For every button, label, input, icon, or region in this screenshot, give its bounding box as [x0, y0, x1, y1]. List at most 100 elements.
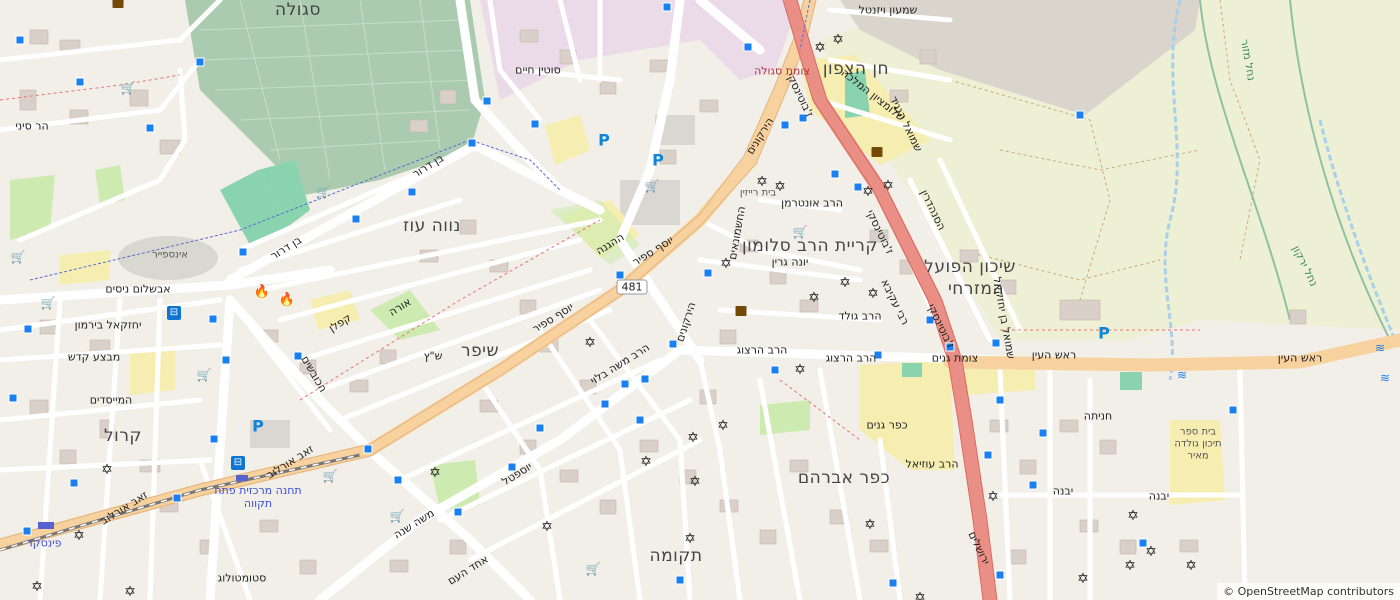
bus-stop-icon [393, 475, 403, 485]
synagogue-icon: ✡ [808, 290, 820, 306]
synagogue-icon: ✡ [864, 517, 876, 533]
shop-icon: 🛒 [315, 185, 331, 199]
synagogue-icon: ✡ [541, 519, 553, 535]
bus-stop-icon [238, 247, 248, 257]
synagogue-icon: ✡ [640, 454, 652, 470]
bus-stop-icon [221, 355, 231, 365]
bus-stop-icon [530, 119, 540, 129]
bus-stop-icon [467, 138, 477, 148]
synagogue-icon: ✡ [684, 531, 696, 547]
poi-label: בית רייזין [739, 187, 777, 199]
synagogue-icon: ✡ [584, 335, 596, 351]
road-label: הר סיני [15, 119, 49, 133]
bus-stop-icon [853, 182, 863, 192]
synagogue-icon: ✡ [124, 584, 136, 600]
bus-station-icon: ⊟ [167, 306, 181, 320]
road-label: הרב גולד [838, 309, 882, 323]
bus-stop-icon [703, 268, 713, 278]
road-label: הרב אונטרמן [781, 196, 843, 210]
synagogue-icon: ✡ [689, 474, 701, 490]
bus-stop-icon [407, 187, 417, 197]
bus-stop-icon [1075, 110, 1085, 120]
bus-stop-icon [22, 526, 32, 536]
bus-stop-icon [640, 374, 650, 384]
synagogue-icon: ✡ [867, 286, 879, 302]
bus-station-icon: ⊟ [231, 456, 245, 470]
synagogue-icon: ✡ [1185, 558, 1197, 574]
bus-stop-icon [195, 57, 205, 67]
pinsker-station-label: פינסקר [26, 536, 62, 550]
shop-icon: 🛒 [10, 250, 26, 264]
neighborhood-label: תקומה [649, 546, 703, 566]
shop-icon: 🛒 [644, 179, 660, 193]
school-label-line1: בית ספר [1179, 426, 1217, 438]
synagogue-icon: ✡ [882, 178, 894, 194]
junction-label: כפר גנים [866, 418, 908, 432]
bus-stop-icon [172, 493, 182, 503]
library-icon [871, 147, 883, 157]
neighborhood-label: קריית הרב סלומון [742, 236, 878, 256]
synagogue-icon: ✡ [839, 275, 851, 291]
neighborhood-label: סגולה [275, 0, 321, 20]
synagogue-icon: ✡ [429, 465, 441, 481]
parking-icon: P [652, 150, 664, 170]
synagogue-icon: ✡ [687, 430, 699, 446]
bus-stop-icon [23, 324, 33, 334]
road-label: הרב הרצוג [736, 343, 788, 357]
library-icon [112, 0, 124, 8]
bus-stop-icon [780, 120, 790, 130]
shop-icon: 🛒 [196, 368, 212, 382]
parking-icon: P [598, 130, 610, 150]
fire-station-icon: 🔥 [253, 284, 271, 300]
neighborhood-label: נווה עוז [403, 216, 461, 236]
central-station-label: תחנה מרכזית פתח תקווה [214, 484, 302, 510]
poi-label: אינספייר [152, 249, 188, 261]
bus-stop-icon [69, 478, 79, 488]
synagogue-icon: ✡ [794, 362, 806, 378]
synagogue-icon: ✡ [73, 528, 85, 544]
bus-stop-icon [743, 42, 753, 52]
bus-stop-icon [668, 339, 678, 349]
synagogue-icon: ✡ [814, 40, 826, 56]
junction-label: צומת גנים [931, 351, 979, 365]
road-label: סוטין חיים [515, 63, 561, 77]
road-label: המייסדים [89, 393, 133, 407]
synagogue-icon: ✡ [832, 32, 844, 48]
synagogue-icon: ✡ [987, 489, 999, 505]
bus-stop-icon [1138, 538, 1148, 548]
bus-stop-icon [145, 123, 155, 133]
road-label: חניתה [1083, 409, 1113, 423]
water-icon: ≋ [1374, 341, 1386, 355]
bus-stop-icon [600, 399, 610, 409]
road-label: הרב הרצוג [825, 351, 877, 365]
shop-icon: 🛒 [585, 562, 601, 576]
bus-stop-icon [482, 96, 492, 106]
map-attribution[interactable]: © OpenStreetMap contributors [1217, 583, 1400, 600]
synagogue-icon: ✡ [1127, 508, 1139, 524]
bus-stop-icon [8, 393, 18, 403]
map-canvas[interactable]: P P P P ✡ ✡ ✡ ✡ ✡ ✡ ✡ ✡ ✡ ✡ ✡ ✡ ✡ ✡ ✡ ✡ … [0, 0, 1400, 600]
bus-stop-icon [888, 578, 898, 588]
bus-stop-icon [1028, 480, 1038, 490]
synagogue-icon: ✡ [1077, 571, 1089, 587]
bus-stop-icon [535, 423, 545, 433]
road-label: יבנה [1148, 489, 1170, 503]
bus-stop-icon [75, 77, 85, 87]
bus-stop-icon [209, 434, 219, 444]
bus-stop-icon [620, 379, 630, 389]
bus-stop-icon [453, 507, 463, 517]
bus-stop-icon [351, 214, 361, 224]
junction-label: צומת סגולה [754, 64, 810, 78]
neighborhood-label: שיפר [460, 341, 500, 361]
parking-icon: P [1098, 323, 1110, 343]
road-label: יחזקאל בירמון [74, 318, 142, 332]
bus-stop-icon [662, 2, 672, 12]
neighborhood-label: קרול [104, 426, 142, 446]
bus-stop-icon [635, 415, 645, 425]
shop-icon: 🛒 [322, 469, 338, 483]
bus-stop-icon [991, 338, 1001, 348]
road-label: ראש העין [1031, 348, 1077, 362]
neighborhood-label: כפר אברהם [797, 468, 891, 488]
road-label: הרב עוזיאל [905, 457, 959, 471]
bus-stop-icon [830, 169, 840, 179]
